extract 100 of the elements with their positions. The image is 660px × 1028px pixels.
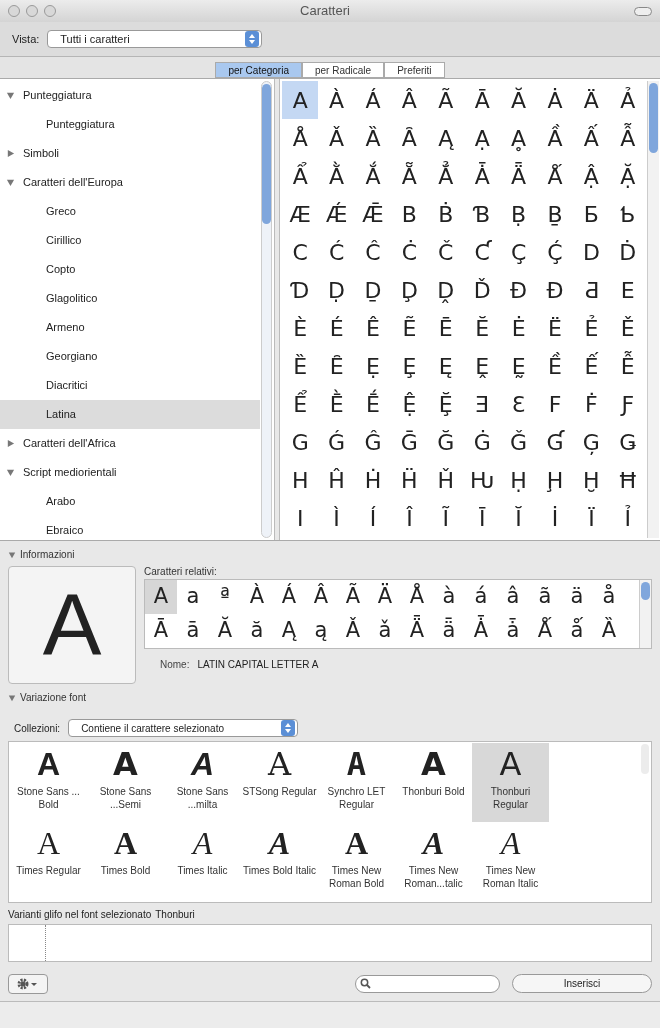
character-cell[interactable]: Ą xyxy=(427,119,464,157)
character-cell[interactable]: Æ xyxy=(282,195,319,233)
character-cell[interactable]: Ẫ xyxy=(609,119,646,157)
scrollbar-thumb[interactable] xyxy=(262,84,271,224)
character-cell[interactable]: Ä xyxy=(573,81,610,119)
character-cell[interactable]: Å xyxy=(401,580,433,614)
tab[interactable]: per Categoria xyxy=(215,62,302,78)
character-cell[interactable]: Ḏ xyxy=(354,271,392,309)
character-cell[interactable]: Ḡ xyxy=(391,423,428,461)
character-cell[interactable]: Ậ xyxy=(573,157,610,195)
character-cell[interactable]: Ḓ xyxy=(427,271,464,309)
character-cell[interactable]: Ȅ xyxy=(282,347,319,385)
sidebar-item[interactable]: Punteggiatura xyxy=(0,110,260,139)
character-cell[interactable]: E xyxy=(609,271,646,309)
character-cell[interactable]: Ĕ xyxy=(464,309,501,347)
character-cell[interactable]: Ɠ xyxy=(536,423,574,461)
character-cell[interactable]: Ẩ xyxy=(282,157,319,195)
character-cell[interactable]: Ǻ xyxy=(529,614,561,648)
character-cell[interactable]: Ď xyxy=(464,271,501,309)
action-menu-button[interactable] xyxy=(8,973,48,994)
font-item[interactable]: A Synchro LET Regular xyxy=(318,743,395,822)
character-cell[interactable]: Ḉ xyxy=(536,233,574,271)
sidebar-item[interactable]: Greco xyxy=(0,197,260,226)
font-item[interactable]: A Stone Sans ...Semi xyxy=(87,743,164,822)
character-cell[interactable]: Ẽ xyxy=(391,309,428,347)
character-cell[interactable]: À xyxy=(318,81,355,119)
character-cell[interactable]: Ḛ xyxy=(500,347,537,385)
character-cell[interactable]: Ẵ xyxy=(391,157,428,195)
character-cell[interactable]: Ě xyxy=(609,309,646,347)
character-cell[interactable]: Ï xyxy=(573,499,610,537)
sidebar-item[interactable]: Latina xyxy=(0,400,260,429)
character-cell[interactable]: Í xyxy=(354,499,392,537)
character-cell[interactable]: Ḩ xyxy=(536,461,574,499)
font-item[interactable]: A Times Italic xyxy=(164,822,241,901)
character-cell[interactable]: F xyxy=(536,385,574,423)
character-cell[interactable]: Ã xyxy=(337,580,369,614)
character-cell[interactable]: Ĥ xyxy=(318,461,355,499)
character-cell[interactable]: Ǽ xyxy=(318,195,355,233)
character-cell[interactable]: Ḁ xyxy=(500,119,537,157)
character-cell[interactable]: Ằ xyxy=(318,157,355,195)
character-cell[interactable]: Ḕ xyxy=(318,385,355,423)
character-cell[interactable]: Ã xyxy=(427,81,464,119)
character-cell[interactable]: Ḙ xyxy=(464,347,501,385)
character-cell[interactable]: Ḫ xyxy=(573,461,610,499)
character-cell[interactable]: É xyxy=(318,309,355,347)
character-cell[interactable]: Ğ xyxy=(427,423,464,461)
character-cell[interactable]: Ǵ xyxy=(318,423,355,461)
character-cell[interactable]: Ƕ xyxy=(464,461,501,499)
character-cell[interactable]: Ḃ xyxy=(427,195,464,233)
character-cell[interactable]: Ǧ xyxy=(500,423,537,461)
character-cell[interactable]: Ǟ xyxy=(401,614,433,648)
sidebar-item[interactable]: Copto xyxy=(0,255,260,284)
scrollbar-thumb[interactable] xyxy=(641,582,650,600)
character-cell[interactable]: A xyxy=(282,81,319,119)
font-item[interactable]: A Thonburi Bold xyxy=(395,743,472,822)
character-cell[interactable]: Ḋ xyxy=(609,233,646,271)
character-cell[interactable]: Ấ xyxy=(573,119,610,157)
character-cell[interactable]: ǻ xyxy=(561,614,593,648)
character-cell[interactable]: â xyxy=(497,580,529,614)
character-cell[interactable]: A xyxy=(145,580,177,614)
zoom-button[interactable] xyxy=(44,5,56,17)
disclosure-triangle-icon[interactable] xyxy=(6,178,15,187)
sidebar-item[interactable]: Caratteri dell'Africa xyxy=(0,429,260,458)
character-cell[interactable]: Ḗ xyxy=(354,385,392,423)
character-cell[interactable]: Ȟ xyxy=(427,461,464,499)
character-cell[interactable]: Đ xyxy=(500,271,537,309)
tab[interactable]: Preferiti xyxy=(384,62,445,78)
font-item[interactable]: A Times New Roman Bold xyxy=(318,822,395,901)
character-cell[interactable]: Ì xyxy=(318,499,355,537)
character-cell[interactable]: Ể xyxy=(282,385,319,423)
character-cell[interactable]: à xyxy=(433,580,465,614)
character-cell[interactable]: Ḣ xyxy=(354,461,392,499)
character-cell[interactable]: Â xyxy=(391,81,428,119)
character-cell[interactable]: Ḟ xyxy=(573,385,610,423)
character-cell[interactable]: C xyxy=(282,233,319,271)
character-cell[interactable]: Ȧ xyxy=(536,81,574,119)
character-cell[interactable]: Ḇ xyxy=(536,195,574,233)
disclosure-triangle-icon[interactable] xyxy=(8,693,16,702)
character-cell[interactable]: Á xyxy=(273,580,305,614)
minimize-button[interactable] xyxy=(26,5,38,17)
character-cell[interactable]: Ɗ xyxy=(282,271,319,309)
character-cell[interactable]: Ǡ xyxy=(465,614,497,648)
character-cell[interactable]: Ȁ xyxy=(354,119,392,157)
character-cell[interactable]: á xyxy=(465,580,497,614)
character-cell[interactable]: Ẻ xyxy=(573,309,610,347)
character-cell[interactable]: B xyxy=(391,195,428,233)
disclosure-triangle-icon[interactable] xyxy=(6,91,15,100)
sidebar-item[interactable]: Simboli xyxy=(0,139,260,168)
character-cell[interactable]: a xyxy=(177,580,209,614)
character-cell[interactable]: Ǎ xyxy=(337,614,369,648)
character-cell[interactable]: G xyxy=(282,423,319,461)
close-button[interactable] xyxy=(8,5,20,17)
font-item[interactable]: A Times New Roman Italic xyxy=(472,822,549,901)
character-cell[interactable]: Ƌ xyxy=(573,271,610,309)
character-cell[interactable]: Ɛ xyxy=(500,385,537,423)
character-cell[interactable]: Ǎ xyxy=(318,119,355,157)
character-cell[interactable]: Ặ xyxy=(609,157,646,195)
font-item[interactable]: A Times Bold xyxy=(87,822,164,901)
character-cell[interactable]: Ỉ xyxy=(609,499,646,537)
sidebar-item[interactable]: Georgiano xyxy=(0,342,260,371)
